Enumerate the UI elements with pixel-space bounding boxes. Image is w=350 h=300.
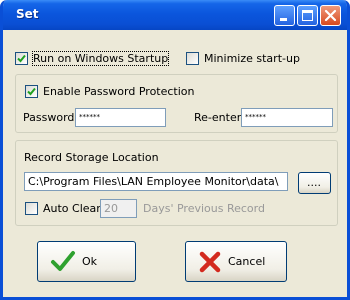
auto-clear-checkbox[interactable] — [25, 202, 38, 215]
password-field[interactable]: ****** — [75, 108, 166, 127]
storage-location-label: Record Storage Location — [24, 151, 159, 164]
run-on-startup-label[interactable]: Run on Windows Startup — [31, 51, 170, 66]
checkmark-icon — [17, 54, 26, 63]
maximize-icon — [302, 10, 313, 21]
red-x-icon — [199, 251, 221, 273]
password-label: Password — [23, 111, 75, 124]
maximize-button[interactable] — [297, 5, 318, 26]
checkmark-icon — [27, 87, 36, 96]
run-on-startup-checkbox[interactable] — [15, 52, 28, 65]
reenter-label: Re-enter — [194, 111, 242, 124]
ok-button[interactable]: Ok — [37, 241, 136, 282]
close-icon — [324, 9, 337, 22]
minimize-startup-checkbox[interactable] — [186, 52, 199, 65]
ok-button-label: Ok — [82, 255, 98, 268]
cancel-button-label: Cancel — [228, 255, 266, 268]
password-group: Enable Password Protection Password ****… — [15, 74, 338, 133]
green-check-icon — [51, 251, 75, 271]
storage-group: Record Storage Location C:\Program Files… — [15, 140, 338, 226]
minimize-button[interactable] — [274, 5, 295, 26]
auto-clear-label[interactable]: Auto Clear — [43, 202, 101, 215]
minimize-startup-label[interactable]: Minimize start-up — [204, 52, 300, 65]
close-button[interactable] — [320, 5, 341, 26]
dialog-client-area: Run on Windows Startup Minimize start-up… — [3, 30, 347, 297]
storage-path-field[interactable]: C:\Program Files\LAN Employee Monitor\da… — [24, 172, 288, 191]
cancel-button[interactable]: Cancel — [185, 241, 287, 282]
enable-password-checkbox[interactable] — [25, 85, 38, 98]
browse-button-label: .... — [307, 176, 321, 189]
reenter-password-field[interactable]: ****** — [241, 108, 333, 127]
window-title: Set — [16, 7, 39, 21]
set-dialog: Set Run on Windows Startup Minimize star… — [0, 0, 350, 300]
browse-button[interactable]: .... — [298, 172, 331, 194]
auto-clear-days-field[interactable]: 20 — [100, 199, 137, 218]
title-bar[interactable]: Set — [3, 0, 347, 30]
days-previous-record-label: Days' Previous Record — [143, 202, 265, 215]
minimize-icon — [280, 18, 287, 21]
enable-password-label[interactable]: Enable Password Protection — [43, 85, 195, 98]
